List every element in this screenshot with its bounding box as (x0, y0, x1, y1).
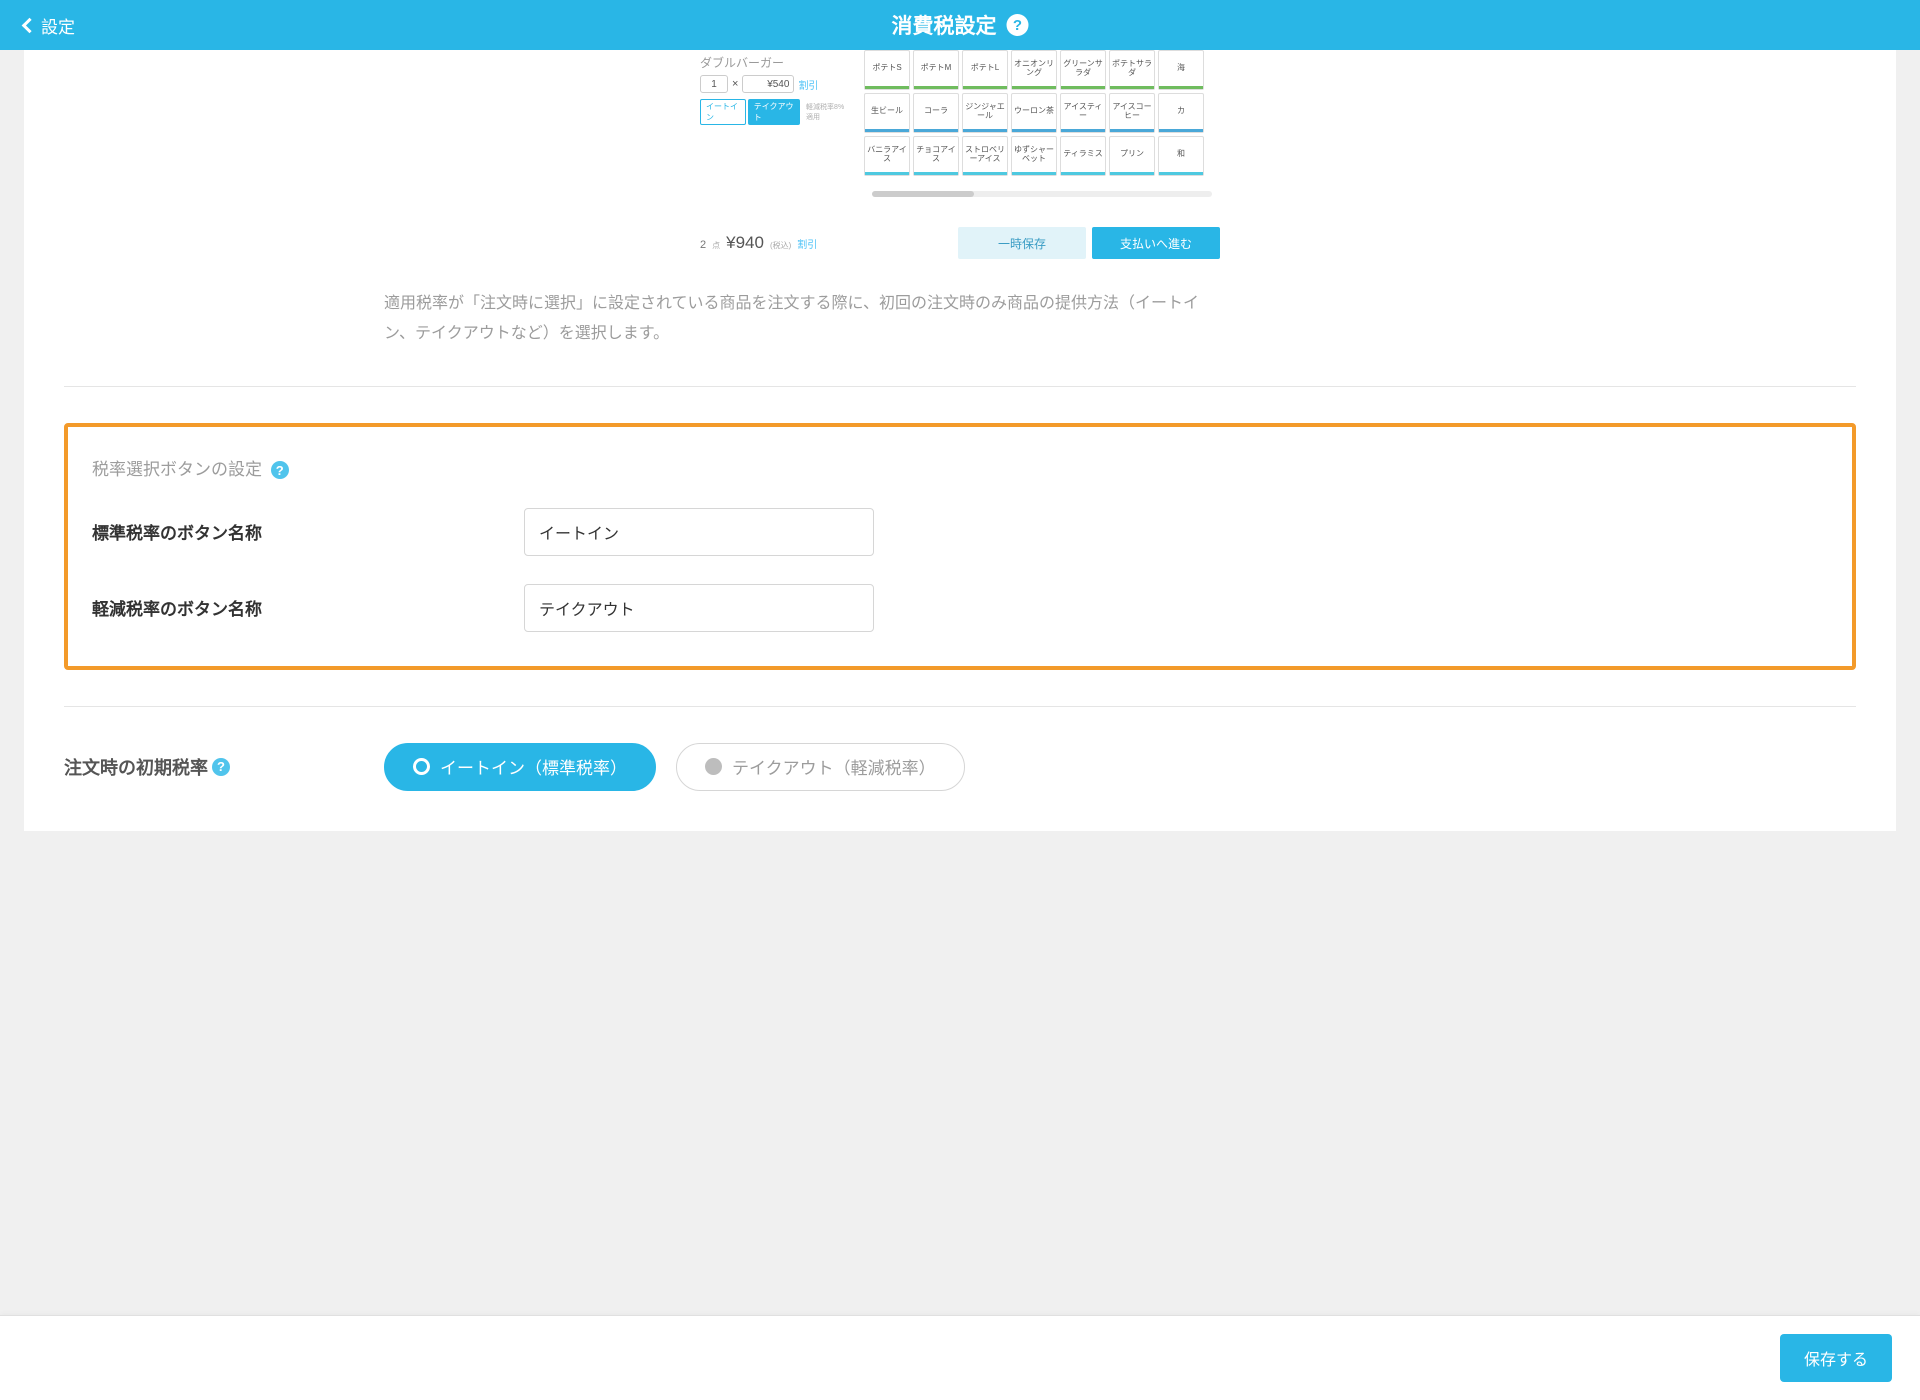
menu-tile: オニオンリング (1011, 50, 1057, 90)
menu-tile: ストロベリーアイス (962, 136, 1008, 176)
preview-bottom-bar: 2点 ¥940 (税込) 割引 一時保存 支払いへ進む (700, 197, 1220, 259)
menu-tile: 生ビール (864, 93, 910, 133)
preview-total: 2点 ¥940 (税込) 割引 (700, 233, 817, 253)
menu-tile: アイスコーヒー (1109, 93, 1155, 133)
menu-tile: グリーンサラダ (1060, 50, 1106, 90)
radio-circle-icon (705, 758, 722, 775)
menu-tile: ポテトM (913, 50, 959, 90)
menu-tile: ポテトL (962, 50, 1008, 90)
menu-tile: コーラ (913, 93, 959, 133)
menu-tile: カ (1158, 93, 1204, 133)
divider (64, 706, 1856, 707)
back-label: 設定 (41, 13, 75, 38)
preview-buttons: 一時保存 支払いへ進む (958, 227, 1220, 259)
menu-tile: ポテトS (864, 50, 910, 90)
preview-grid-row: 生ビール コーラ ジンジャエール ウーロン茶 アイスティー アイスコーヒー カ (864, 93, 1220, 133)
section-title: 税率選択ボタンの設定 ? (92, 455, 1828, 480)
form-row-standard: 標準税率のボタン名称 (92, 508, 1828, 556)
preview-container: ダブルバーガー 1 × ¥540 割引 イートイン テイクアウト 軽減税率8%適… (64, 50, 1856, 259)
menu-tile: 海 (1158, 50, 1204, 90)
preview-grid-row: ポテトS ポテトM ポテトL オニオンリング グリーンサラダ ポテトサラダ 海 (864, 50, 1220, 90)
menu-tile: ゆずシャーベット (1011, 136, 1057, 176)
footer-bar: 保存する (0, 1315, 1920, 1400)
initial-tax-row: 注文時の初期税率 ? イートイン（標準税率） テイクアウト（軽減税率） (64, 743, 1856, 791)
preview-scrollbar (872, 191, 1212, 197)
tax-button-settings-section: 税率選択ボタンの設定 ? 標準税率のボタン名称 軽減税率のボタン名称 (64, 423, 1856, 670)
menu-tile: ポテトサラダ (1109, 50, 1155, 90)
form-row-reduced: 軽減税率のボタン名称 (92, 584, 1828, 632)
divider (64, 386, 1856, 387)
menu-tile: バニラアイス (864, 136, 910, 176)
standard-tax-input[interactable] (524, 508, 874, 556)
preview-grid-row: バニラアイス チョコアイス ストロベリーアイス ゆずシャーベット ティラミス プ… (864, 136, 1220, 176)
preview-pay-button: 支払いへ進む (1092, 227, 1220, 259)
preview-discount: 割引 (798, 77, 818, 92)
save-button[interactable]: 保存する (1780, 1334, 1892, 1382)
preview-item-name: ダブルバーガー (700, 50, 850, 75)
help-icon[interactable]: ? (1007, 14, 1029, 36)
menu-tile: ジンジャエール (962, 93, 1008, 133)
standard-tax-label: 標準税率のボタン名称 (92, 519, 524, 544)
menu-tile: 和 (1158, 136, 1204, 176)
menu-tile: チョコアイス (913, 136, 959, 176)
preview-description: 適用税率が「注文時に選択」に設定されている商品を注文する際に、初回の注文時のみ商… (384, 289, 1224, 350)
reduced-tax-input[interactable] (524, 584, 874, 632)
preview-qty: 1 (700, 75, 728, 93)
radio-circle-icon (413, 758, 430, 775)
radio-eatin[interactable]: イートイン（標準税率） (384, 743, 656, 791)
preview-pill-takeout: テイクアウト (748, 99, 800, 125)
help-icon[interactable]: ? (271, 461, 289, 479)
back-button[interactable]: 設定 (24, 13, 75, 38)
preview-qty-row: 1 × ¥540 割引 (700, 75, 850, 93)
preview-menu-grid: ポテトS ポテトM ポテトL オニオンリング グリーンサラダ ポテトサラダ 海 … (864, 50, 1220, 197)
preview-pill-note: 軽減税率8%適用 (806, 102, 850, 122)
menu-tile: ウーロン茶 (1011, 93, 1057, 133)
reduced-tax-label: 軽減税率のボタン名称 (92, 595, 524, 620)
pos-preview: ダブルバーガー 1 × ¥540 割引 イートイン テイクアウト 軽減税率8%適… (700, 50, 1220, 259)
radio-takeout[interactable]: テイクアウト（軽減税率） (676, 743, 965, 791)
menu-tile: ティラミス (1060, 136, 1106, 176)
menu-tile: プリン (1109, 136, 1155, 176)
menu-tile: アイスティー (1060, 93, 1106, 133)
app-header: 設定 消費税設定 ? (0, 0, 1920, 50)
preview-temp-save-button: 一時保存 (958, 227, 1086, 259)
help-icon[interactable]: ? (212, 758, 230, 776)
page-title: 消費税設定 ? (892, 10, 1029, 40)
preview-pill-row: イートイン テイクアウト 軽減税率8%適用 (700, 99, 850, 125)
chevron-left-icon (22, 17, 38, 33)
preview-pill-eatin: イートイン (700, 99, 746, 125)
preview-price: ¥540 (742, 75, 794, 93)
initial-tax-label: 注文時の初期税率 ? (64, 754, 364, 780)
preview-order-panel: ダブルバーガー 1 × ¥540 割引 イートイン テイクアウト 軽減税率8%適… (700, 50, 850, 125)
main-content: ダブルバーガー 1 × ¥540 割引 イートイン テイクアウト 軽減税率8%適… (24, 50, 1896, 831)
